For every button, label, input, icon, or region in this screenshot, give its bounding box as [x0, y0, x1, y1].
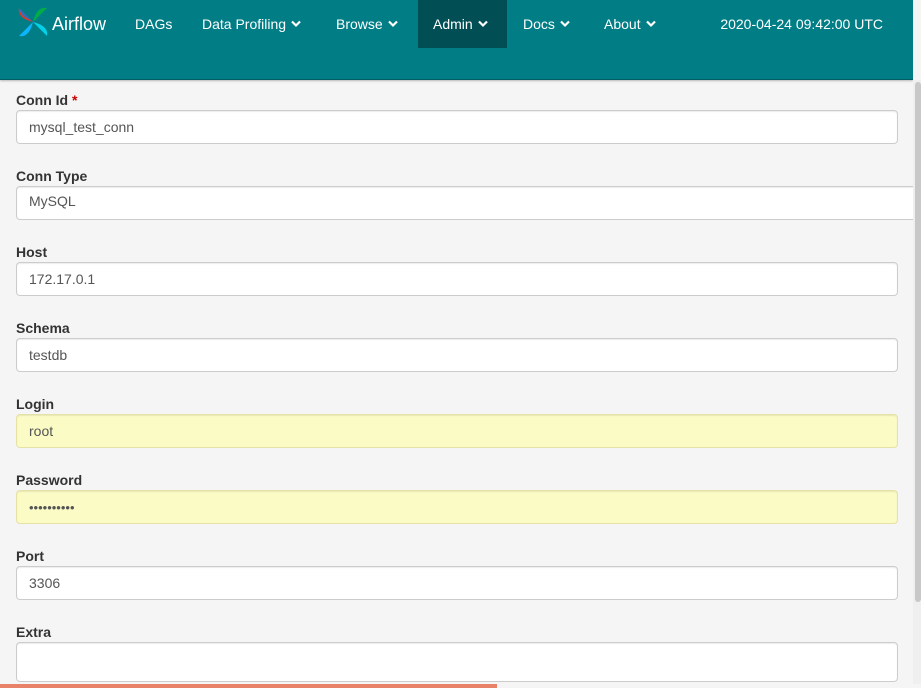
password-label: Password [16, 472, 83, 488]
host-input[interactable] [16, 262, 898, 296]
port-label: Port [16, 548, 44, 564]
nav-item-admin[interactable]: Admin [418, 0, 507, 48]
schema-input[interactable] [16, 338, 898, 372]
scrollbar-top-gap [913, 0, 921, 80]
chevron-down-icon [560, 20, 570, 28]
nav-item-label: About [604, 16, 641, 32]
nav-item-dags[interactable]: DAGs [120, 0, 187, 48]
utc-clock: 2020-04-24 09:42:00 UTC [720, 16, 883, 32]
chevron-down-icon [387, 20, 398, 28]
port-group: Port [16, 546, 898, 600]
password-input[interactable] [16, 490, 898, 524]
nav-item-data-profiling[interactable]: Data Profiling [187, 0, 316, 48]
nav-item-label: Docs [523, 16, 555, 32]
conn-type-selected-value: MySQL [29, 193, 76, 209]
page-load-progress-fill [0, 684, 498, 688]
password-group: Password [16, 470, 898, 524]
login-input[interactable] [16, 414, 898, 448]
port-input[interactable] [16, 566, 898, 600]
host-label: Host [16, 244, 48, 260]
conn-id-input[interactable] [16, 110, 898, 144]
nav-item-browse[interactable]: Browse [321, 0, 413, 48]
required-mark: * [72, 92, 78, 108]
conn-type-select[interactable]: MySQL [16, 186, 914, 220]
brand-logo-link[interactable]: Airflow [15, 6, 106, 42]
brand-name: Airflow [52, 13, 107, 34]
schema-label: Schema [16, 320, 70, 336]
conn-id-label: Conn Id * [16, 90, 898, 110]
chevron-down-icon [645, 20, 656, 28]
nav-item-label: Admin [433, 16, 473, 32]
nav-item-label: DAGs [135, 16, 173, 32]
airflow-pinwheel-icon [15, 4, 51, 45]
chevron-down-icon [477, 20, 488, 28]
page-scrollbar-thumb[interactable] [915, 82, 921, 602]
nav-item-label: Data Profiling [202, 16, 287, 32]
conn-id-group: Conn Id * [16, 90, 898, 144]
extra-label: Extra [16, 624, 52, 640]
page-load-progress [0, 684, 921, 688]
nav-item-docs[interactable]: Docs [508, 0, 585, 48]
chevron-down-icon [291, 20, 301, 28]
login-label: Login [16, 396, 55, 412]
conn-id-label-text: Conn Id [16, 92, 69, 108]
nav-item-about[interactable]: About [589, 0, 671, 48]
conn-type-label: Conn Type [16, 168, 88, 184]
extra-textarea[interactable] [16, 642, 898, 682]
schema-group: Schema [16, 318, 898, 372]
conn-type-group: Conn Type MySQL [16, 166, 914, 220]
host-group: Host [16, 242, 898, 296]
extra-group: Extra [16, 622, 898, 682]
top-navbar: Airflow DAGs Data Profiling Browse Admin… [0, 0, 913, 80]
login-group: Login [16, 394, 898, 448]
nav-item-label: Browse [336, 16, 383, 32]
